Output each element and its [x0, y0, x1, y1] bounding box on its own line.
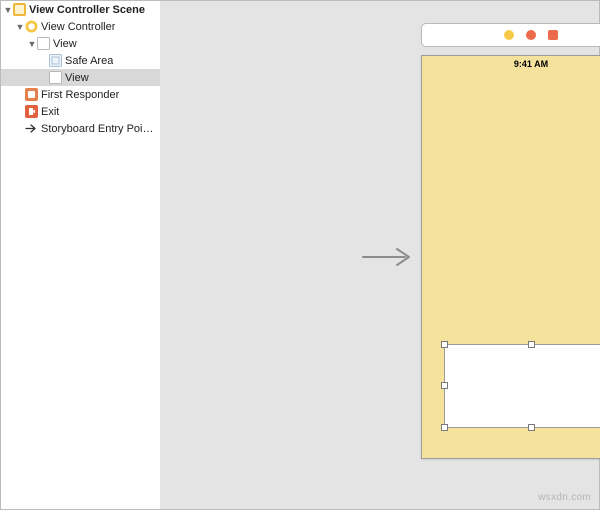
outline-label: View Controller: [41, 21, 115, 33]
outline-label: Storyboard Entry Poi…: [41, 123, 154, 135]
outline-first-responder-row[interactable]: First Responder: [1, 86, 160, 103]
disclosure-triangle-icon[interactable]: ▼: [3, 5, 13, 15]
outline-scene-row[interactable]: ▼ View Controller Scene: [1, 1, 160, 18]
storyboard-entry-arrow-icon[interactable]: [361, 245, 415, 269]
outline-label: View: [53, 38, 77, 50]
view-controller-dot-icon: [504, 30, 514, 40]
view-icon: [49, 71, 62, 84]
outline-exit-row[interactable]: Exit: [1, 103, 160, 120]
resize-handle-bottom-left[interactable]: [441, 424, 448, 431]
first-responder-icon: [25, 88, 38, 101]
document-outline[interactable]: ▼ View Controller Scene ▼ View Controlle…: [1, 1, 161, 509]
selected-child-view[interactable]: [444, 344, 600, 428]
outline-entry-point-row[interactable]: Storyboard Entry Poi…: [1, 120, 160, 137]
exit-icon: [25, 105, 38, 118]
disclosure-triangle-icon[interactable]: ▼: [27, 39, 37, 49]
outline-child-view-row[interactable]: View: [1, 69, 160, 86]
safe-area-icon: [49, 54, 62, 67]
outline-safe-area-row[interactable]: Safe Area: [1, 52, 160, 69]
outline-label: First Responder: [41, 89, 119, 101]
status-bar-time: 9:41 AM: [514, 59, 548, 69]
resize-handle-top-left[interactable]: [441, 341, 448, 348]
outline-label: View Controller Scene: [29, 4, 145, 16]
outline-label: Exit: [41, 106, 59, 118]
resize-handle-top-center[interactable]: [528, 341, 535, 348]
storyboard-canvas[interactable]: 9:41 AM wsxdn.com: [161, 1, 599, 509]
outline-label: View: [65, 72, 89, 84]
outline-label: Safe Area: [65, 55, 113, 67]
status-bar: 9:41 AM: [422, 56, 600, 72]
resize-handle-bottom-center[interactable]: [528, 424, 535, 431]
first-responder-dot-icon: [526, 30, 536, 40]
exit-square-icon: [548, 30, 558, 40]
outline-view-controller-row[interactable]: ▼ View Controller: [1, 18, 160, 35]
view-icon: [37, 37, 50, 50]
outline-root-view-row[interactable]: ▼ View: [1, 35, 160, 52]
resize-handle-middle-left[interactable]: [441, 382, 448, 389]
scene-icon: [13, 3, 26, 16]
device-view-controller[interactable]: 9:41 AM: [421, 55, 600, 459]
watermark-text: wsxdn.com: [538, 492, 591, 503]
arrow-right-icon: [25, 122, 38, 135]
app-frame: ▼ View Controller Scene ▼ View Controlle…: [0, 0, 600, 510]
scene-title-bar[interactable]: [421, 23, 600, 47]
view-controller-icon: [25, 20, 38, 33]
disclosure-triangle-icon[interactable]: ▼: [15, 22, 25, 32]
